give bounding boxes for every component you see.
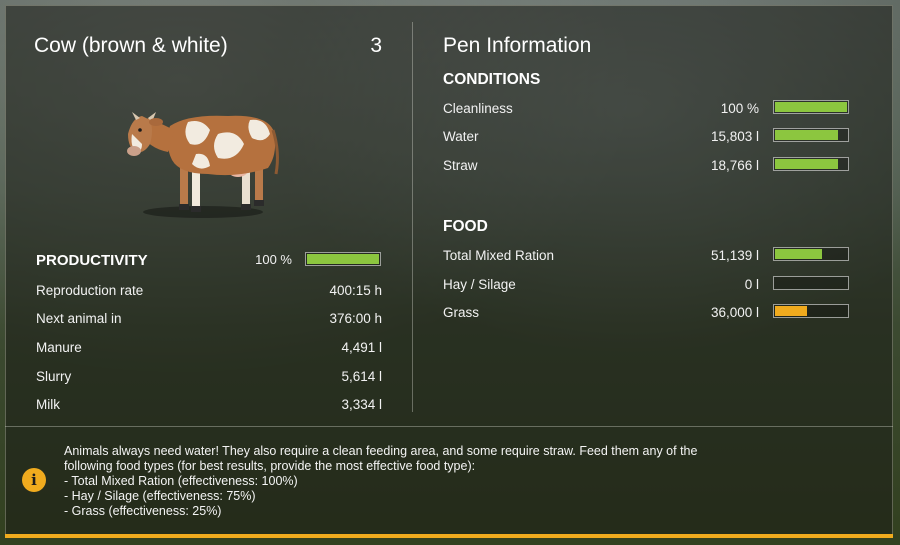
food-row-hay-silage: Hay / Silage 0 l bbox=[443, 276, 849, 297]
stat-label: Next animal in bbox=[36, 311, 122, 326]
stat-value: 5,614 l bbox=[341, 369, 382, 384]
info-line: following food types (for best results, … bbox=[64, 459, 476, 473]
stat-label: Manure bbox=[36, 340, 82, 355]
condition-label: Cleanliness bbox=[443, 101, 513, 116]
condition-bar-fill bbox=[775, 159, 838, 169]
column-divider bbox=[412, 22, 413, 412]
stat-label: Reproduction rate bbox=[36, 283, 144, 298]
condition-value: 15,803 l bbox=[710, 129, 759, 144]
food-bar-fill bbox=[775, 249, 822, 259]
food-value: 51,139 l bbox=[710, 248, 759, 263]
condition-row-cleanliness: Cleanliness 100 % bbox=[443, 100, 849, 121]
productivity-heading: PRODUCTIVITY bbox=[36, 252, 148, 269]
condition-value: 18,766 l bbox=[710, 158, 759, 173]
stat-row-next-animal: Next animal in 376:00 h bbox=[36, 311, 382, 331]
stat-row-reproduction-rate: Reproduction rate 400:15 h bbox=[36, 283, 382, 303]
stat-value: 3,334 l bbox=[341, 397, 382, 412]
stat-row-milk: Milk 3,334 l bbox=[36, 397, 382, 417]
info-line: Animals always need water! They also req… bbox=[64, 444, 698, 458]
condition-bar-fill bbox=[775, 130, 838, 140]
stat-label: Slurry bbox=[36, 369, 72, 384]
info-icon: i bbox=[22, 468, 46, 492]
food-value: 36,000 l bbox=[710, 305, 759, 320]
info-line: - Total Mixed Ration (effectiveness: 100… bbox=[64, 474, 298, 488]
animal-count: 3 bbox=[370, 34, 382, 57]
stat-row-slurry: Slurry 5,614 l bbox=[36, 369, 382, 389]
stat-value: 400:15 h bbox=[329, 283, 382, 298]
condition-bar bbox=[773, 100, 849, 114]
condition-label: Water bbox=[443, 129, 479, 144]
panel-accent-bar bbox=[5, 534, 893, 538]
food-row-total-mixed-ration: Total Mixed Ration 51,139 l bbox=[443, 247, 849, 268]
stat-label: Milk bbox=[36, 397, 60, 412]
productivity-percent: 100 % bbox=[255, 252, 292, 267]
info-text: Animals always need water! They also req… bbox=[64, 444, 824, 519]
cow-image bbox=[118, 104, 283, 222]
food-bar-fill bbox=[775, 306, 807, 316]
food-label: Total Mixed Ration bbox=[443, 248, 555, 263]
stat-value: 376:00 h bbox=[329, 311, 382, 326]
food-label: Hay / Silage bbox=[443, 277, 516, 292]
condition-row-water: Water 15,803 l bbox=[443, 128, 849, 149]
food-value: 0 l bbox=[744, 277, 759, 292]
food-bar bbox=[773, 304, 849, 318]
condition-label: Straw bbox=[443, 158, 478, 173]
condition-bar-fill bbox=[775, 102, 847, 112]
animal-title: Cow (brown & white) bbox=[34, 34, 228, 57]
food-label: Grass bbox=[443, 305, 480, 320]
info-line: - Grass (effectiveness: 25%) bbox=[64, 504, 222, 518]
condition-bar bbox=[773, 157, 849, 171]
condition-row-straw: Straw 18,766 l bbox=[443, 157, 849, 178]
pen-title: Pen Information bbox=[443, 34, 592, 57]
productivity-bar-fill bbox=[307, 254, 379, 264]
conditions-heading: CONDITIONS bbox=[443, 71, 541, 88]
stat-row-manure: Manure 4,491 l bbox=[36, 340, 382, 360]
condition-bar bbox=[773, 128, 849, 142]
info-divider bbox=[5, 426, 893, 427]
food-bar bbox=[773, 276, 849, 290]
food-heading: FOOD bbox=[443, 218, 488, 235]
stat-value: 4,491 l bbox=[341, 340, 382, 355]
food-row-grass: Grass 36,000 l bbox=[443, 304, 849, 325]
productivity-bar bbox=[305, 252, 381, 266]
food-bar bbox=[773, 247, 849, 261]
info-line: - Hay / Silage (effectiveness: 75%) bbox=[64, 489, 256, 503]
condition-value: 100 % bbox=[720, 101, 759, 116]
